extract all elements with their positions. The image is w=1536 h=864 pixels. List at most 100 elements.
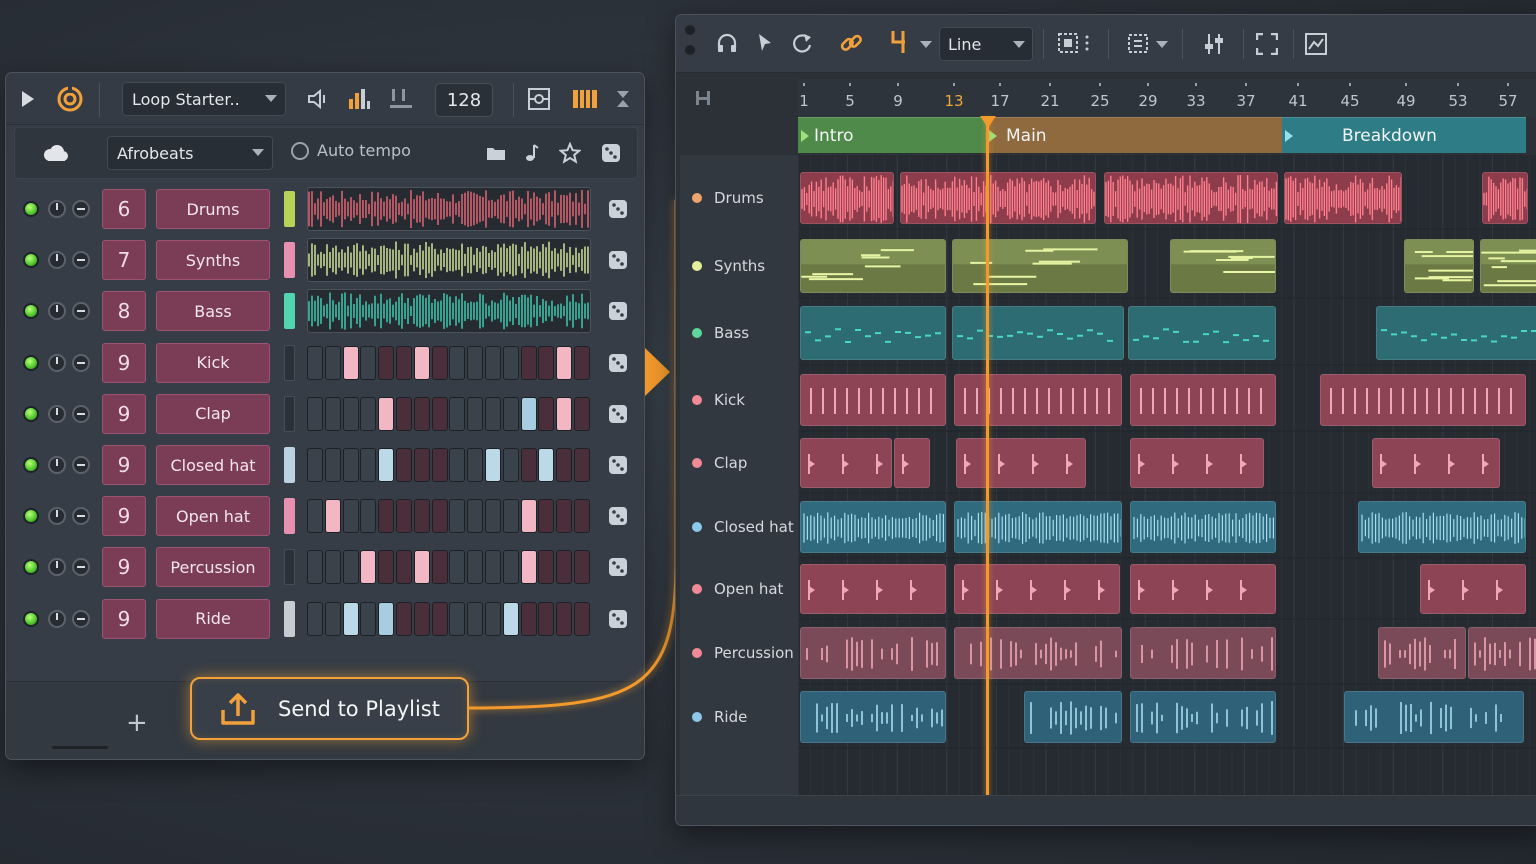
step-button[interactable] xyxy=(360,396,377,431)
step-button[interactable] xyxy=(574,499,590,534)
playlist-clip[interactable] xyxy=(800,306,946,360)
step-button[interactable] xyxy=(520,499,537,534)
timeline-ruler[interactable]: 1 5 9 13 17 21 25 29 33 37 41 45 49 53 57 xyxy=(680,79,1536,117)
playlist-clip[interactable] xyxy=(952,306,1124,360)
pan-knob[interactable] xyxy=(72,558,90,577)
step-button[interactable] xyxy=(396,499,412,534)
playlist-clip[interactable] xyxy=(1344,691,1524,743)
step-button[interactable] xyxy=(467,448,484,482)
step-button[interactable] xyxy=(449,448,466,482)
channel-name-button[interactable]: Bass xyxy=(156,291,270,332)
step-button[interactable] xyxy=(324,499,341,534)
grid-select-icon[interactable] xyxy=(1058,33,1092,55)
channel-select-bar[interactable] xyxy=(284,549,295,586)
volume-knob[interactable] xyxy=(48,609,66,628)
volume-knob[interactable] xyxy=(48,302,66,321)
pan-knob[interactable] xyxy=(72,251,90,270)
step-button[interactable] xyxy=(574,601,590,636)
music-note-icon[interactable] xyxy=(522,143,540,163)
channel-enable-led[interactable] xyxy=(23,405,39,422)
step-button[interactable] xyxy=(449,345,466,380)
step-button[interactable] xyxy=(307,396,323,431)
playlist-horizontal-scrollbar[interactable] xyxy=(676,795,1536,825)
playlist-clip[interactable] xyxy=(1104,172,1278,224)
track-header[interactable]: Clap xyxy=(680,434,798,492)
step-button[interactable] xyxy=(502,601,519,636)
playlist-clip[interactable] xyxy=(1284,172,1402,224)
step-button[interactable] xyxy=(485,499,501,534)
step-button[interactable] xyxy=(413,601,430,636)
step-button[interactable] xyxy=(556,448,573,482)
playlist-clip[interactable] xyxy=(894,438,930,488)
step-button[interactable] xyxy=(467,499,484,534)
playlist-clip[interactable] xyxy=(800,501,946,553)
step-button[interactable] xyxy=(431,499,448,534)
step-button[interactable] xyxy=(413,345,430,380)
auto-tempo-toggle[interactable]: Auto tempo xyxy=(291,141,411,160)
playlist-clip[interactable] xyxy=(800,564,946,614)
pan-knob[interactable] xyxy=(72,404,90,423)
play-icon[interactable] xyxy=(20,89,36,109)
step-button[interactable] xyxy=(396,550,412,585)
graph-editor-icon[interactable] xyxy=(527,87,551,111)
channel-name-button[interactable]: Synths xyxy=(156,240,270,281)
step-button[interactable] xyxy=(449,601,466,636)
step-button[interactable] xyxy=(467,550,484,585)
playlist-clip[interactable] xyxy=(1358,501,1526,553)
step-button[interactable] xyxy=(342,448,359,482)
step-button[interactable] xyxy=(467,601,484,636)
link-icon[interactable] xyxy=(838,30,864,56)
step-button[interactable] xyxy=(360,550,377,585)
step-button[interactable] xyxy=(467,345,484,380)
playlist-clip[interactable] xyxy=(1130,627,1276,679)
step-button[interactable] xyxy=(556,499,573,534)
step-button[interactable] xyxy=(396,601,412,636)
mixer-track-number[interactable]: 9 xyxy=(102,598,146,639)
playlist-clip[interactable] xyxy=(1482,172,1528,224)
playlist-clip[interactable] xyxy=(800,374,946,426)
step-button[interactable] xyxy=(324,396,341,431)
fullscreen-icon[interactable] xyxy=(1256,33,1278,55)
image-export-icon[interactable] xyxy=(1305,33,1327,55)
step-button[interactable] xyxy=(413,499,430,534)
step-button[interactable] xyxy=(342,345,359,380)
channel-waveform[interactable] xyxy=(307,289,591,334)
step-button[interactable] xyxy=(342,396,359,431)
channel-enable-led[interactable] xyxy=(23,559,39,576)
step-button[interactable] xyxy=(556,550,573,585)
playlist-clip[interactable] xyxy=(1378,627,1466,679)
step-button[interactable] xyxy=(485,448,501,482)
add-channel-button[interactable]: + xyxy=(126,708,148,738)
step-button[interactable] xyxy=(342,499,359,534)
playlist-clip[interactable] xyxy=(1480,239,1536,293)
track-header[interactable]: Closed hat xyxy=(680,497,798,557)
step-button[interactable] xyxy=(360,601,377,636)
track-header[interactable]: Open hat xyxy=(680,560,798,618)
star-icon[interactable] xyxy=(559,142,581,164)
step-button[interactable] xyxy=(467,396,484,431)
step-button[interactable] xyxy=(360,499,377,534)
step-button[interactable] xyxy=(556,345,573,380)
channel-select-bar[interactable] xyxy=(284,600,295,637)
step-button[interactable] xyxy=(431,345,448,380)
track-header[interactable]: Bass xyxy=(680,302,798,364)
playlist-clip[interactable] xyxy=(954,374,1122,426)
playlist-grid[interactable] xyxy=(798,155,1536,795)
channel-enable-led[interactable] xyxy=(23,303,39,320)
playlist-clip[interactable] xyxy=(1404,239,1474,293)
pointer-icon[interactable] xyxy=(756,32,774,54)
step-button[interactable] xyxy=(307,601,323,636)
mixer-track-number[interactable]: 9 xyxy=(102,342,146,383)
playlist-clip[interactable] xyxy=(954,564,1120,614)
pattern-selector[interactable]: Loop Starter.. xyxy=(122,82,286,116)
playlist-clip[interactable] xyxy=(900,172,1096,224)
piano-roll-icon[interactable] xyxy=(572,88,598,110)
step-button[interactable] xyxy=(502,499,519,534)
loop-icon[interactable] xyxy=(791,32,813,54)
dice-icon[interactable] xyxy=(608,455,628,475)
step-button[interactable] xyxy=(449,550,466,585)
playlist-clip[interactable] xyxy=(800,172,894,224)
collapse-icon[interactable] xyxy=(616,90,630,108)
step-button[interactable] xyxy=(485,550,501,585)
step-button[interactable] xyxy=(378,345,395,380)
